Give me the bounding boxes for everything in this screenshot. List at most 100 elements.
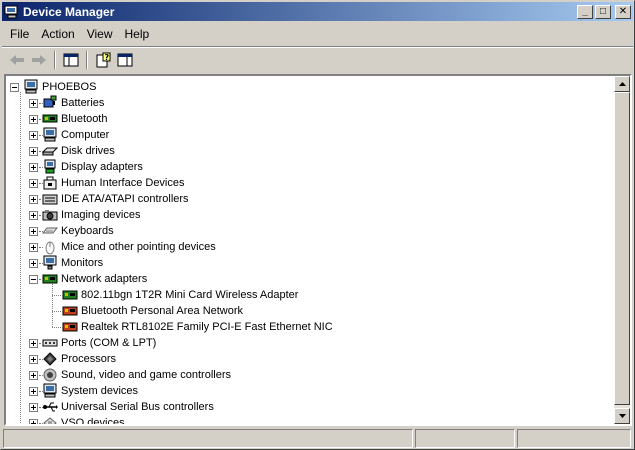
menu-view[interactable]: View [81,25,119,43]
display-adapter-icon [42,159,58,175]
tree-item-label: IDE ATA/ATAPI controllers [61,193,189,205]
network-card-icon [62,287,78,303]
expand-icon[interactable] [29,258,38,268]
close-icon: ✕ [618,5,628,17]
title-bar[interactable]: Device Manager _ □ ✕ [2,2,633,21]
expand-icon[interactable] [29,354,38,364]
tree-connector-line [39,263,43,264]
expand-icon[interactable] [29,386,38,396]
tree-item-network-adapters[interactable]: Network adapters [29,271,147,287]
forward-button[interactable] [28,50,50,70]
back-button[interactable] [6,50,28,70]
imaging-device-icon [42,207,58,223]
forward-arrow-icon [32,55,46,65]
tree-connector-line [39,279,43,280]
vertical-scrollbar[interactable] [614,76,630,424]
scroll-up-button[interactable] [614,76,630,92]
show-hide-button[interactable] [114,50,136,70]
tree-root-phoebos[interactable]: PHOEBOS [10,79,96,95]
minimize-icon: _ [582,5,588,17]
expand-icon[interactable] [29,98,38,108]
tree-item-label: Computer [61,129,110,141]
menu-file[interactable]: File [4,25,35,43]
tree-item-network-adapter-0[interactable]: 802.11bgn 1T2R Mini Card Wireless Adapte… [62,287,298,303]
expand-icon[interactable] [29,402,38,412]
tree-item-label: Ports (COM & LPT) [61,337,157,349]
properties-help-icon: ? [96,52,111,68]
expand-icon[interactable] [29,338,38,348]
tree-item-ports-com-lpt[interactable]: Ports (COM & LPT) [29,335,156,351]
expand-icon[interactable] [29,418,38,424]
sound-icon [42,367,58,383]
tree-item-vso-devices[interactable]: VSO devices [29,415,125,424]
expand-icon[interactable] [29,178,38,188]
close-button[interactable]: ✕ [615,4,631,19]
tree-item-label: Mice and other pointing devices [61,241,216,253]
window-title: Device Manager [23,4,115,19]
tree-connector-line [20,92,21,423]
status-panel-tertiary [517,429,631,448]
hid-icon [42,175,58,191]
port-icon [42,335,58,351]
tree-item-label: System devices [61,385,139,397]
expand-icon[interactable] [29,162,38,172]
show-console-tree-button[interactable] [60,50,82,70]
tree-connector-line [39,135,43,136]
processor-icon [42,351,58,367]
tree-item-label: Realtek RTL8102E Family PCI-E Fast Ether… [81,321,333,333]
expand-icon[interactable] [29,130,38,140]
tree-item-label: Human Interface Devices [61,177,185,189]
maximize-button[interactable]: □ [595,4,611,19]
expand-icon[interactable] [29,226,38,236]
menu-action[interactable]: Action [35,25,80,43]
tree-item-label: Network adapters [61,273,148,285]
expand-icon[interactable] [29,370,38,380]
tree-connector-line [39,343,43,344]
collapse-icon[interactable] [29,274,38,284]
expand-icon[interactable] [29,194,38,204]
show-hide-icon [117,53,133,67]
tree-item-label: Bluetooth [61,113,108,125]
tree-item-label: Universal Serial Bus controllers [61,401,214,413]
tree-item-label: Processors [61,353,117,365]
minimize-button[interactable]: _ [577,4,593,19]
tree-item-human-interface-devices[interactable]: Human Interface Devices [29,175,185,191]
tree-item-network-adapter-1[interactable]: Bluetooth Personal Area Network [62,303,243,319]
tree-item-label: Sound, video and game controllers [61,369,231,381]
collapse-icon[interactable] [10,82,19,92]
tree-connector-line [52,327,61,328]
tree-item-network-adapter-2[interactable]: Realtek RTL8102E Family PCI-E Fast Ether… [62,319,333,335]
scroll-down-icon [618,414,626,418]
console-tree-icon [63,53,79,67]
tree-item-sound-video-and-game-controllers[interactable]: Sound, video and game controllers [29,367,231,383]
tree-item-ide-ata-atapi-controllers[interactable]: IDE ATA/ATAPI controllers [29,191,189,207]
properties-button[interactable]: ? [92,50,114,70]
expand-icon[interactable] [29,242,38,252]
menu-bar: File Action View Help [2,23,633,45]
toolbar-separator [86,51,88,69]
tree-item-universal-serial-bus-controllers[interactable]: Universal Serial Bus controllers [29,399,214,415]
tree-item-label: Monitors [61,257,104,269]
usb-icon [42,399,58,415]
tree-connector-line [39,359,43,360]
tree-item-display-adapters[interactable]: Display adapters [29,159,143,175]
menu-help[interactable]: Help [119,25,156,43]
scroll-down-button[interactable] [614,408,630,424]
tree-connector-line [52,283,53,327]
expand-icon[interactable] [29,146,38,156]
device-tree[interactable]: PHOEBOS Batteries Bluetooth Computer Disk dr… [6,76,615,424]
expand-icon[interactable] [29,114,38,124]
expand-icon[interactable] [29,210,38,220]
tree-connector-line [39,103,43,104]
computer-icon [42,127,58,143]
device-manager-icon [4,5,20,19]
tree-item-imaging-devices[interactable]: Imaging devices [29,207,141,223]
tree-item-mice-and-other-pointing-devices[interactable]: Mice and other pointing devices [29,239,216,255]
scroll-thumb[interactable] [614,92,630,405]
toolbar-separator [54,51,56,69]
tree-connector-line [39,231,43,232]
tree-item-system-devices[interactable]: System devices [29,383,138,399]
network-card-warning-icon [62,319,78,335]
computer-icon [23,79,39,95]
tree-connector-line [52,311,61,312]
